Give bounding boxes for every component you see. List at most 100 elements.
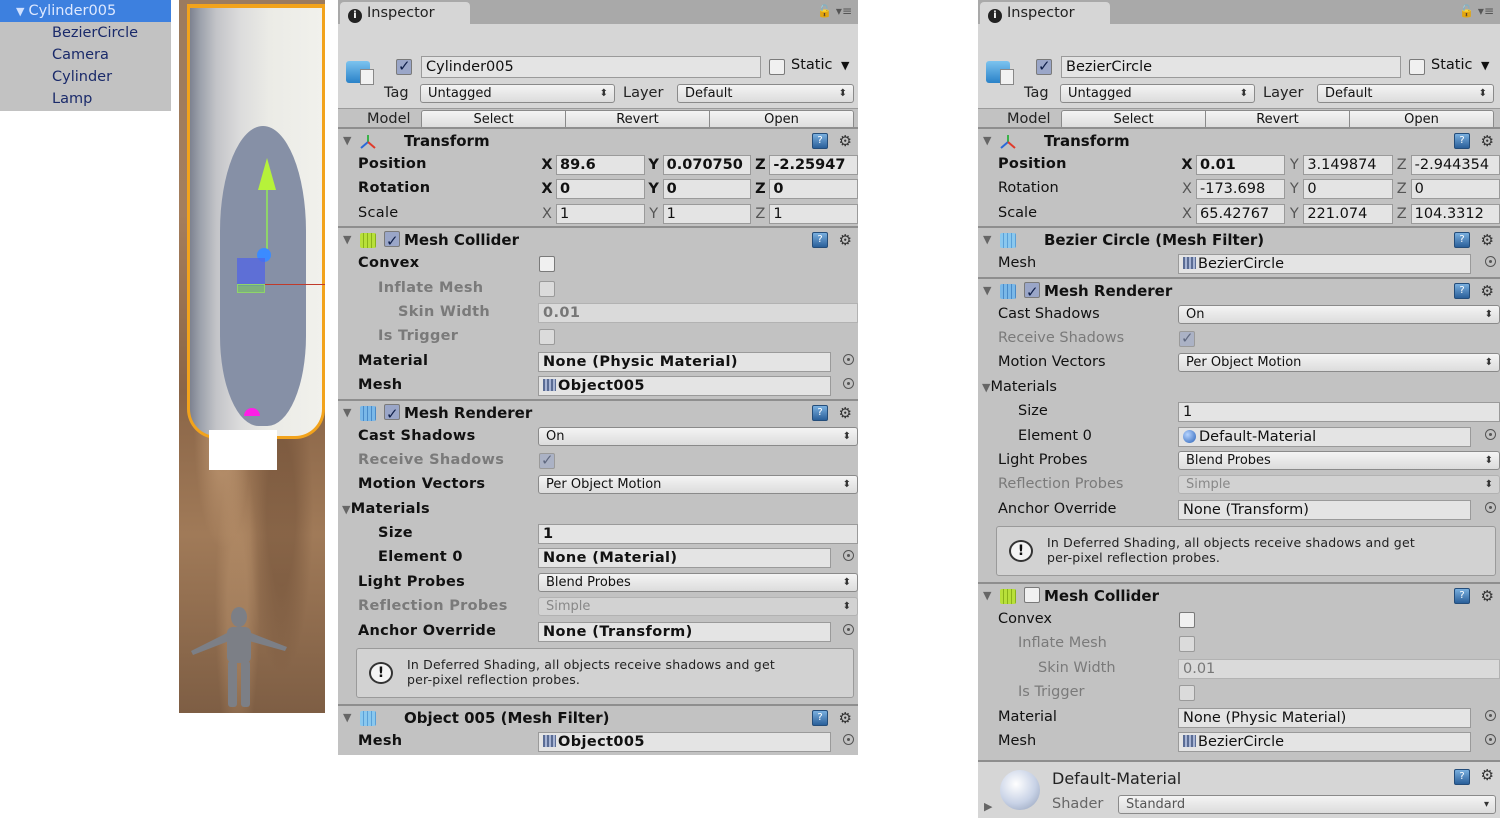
rotation-z-input[interactable]: 0 (769, 179, 859, 200)
component-enabled-checkbox[interactable] (1024, 587, 1040, 604)
help-book-icon[interactable]: ? (812, 232, 828, 249)
help-book-icon[interactable]: ? (812, 133, 828, 149)
anchor-override-field[interactable]: None (Transform) (538, 621, 831, 642)
object-picker-icon[interactable] (843, 353, 854, 365)
hierarchy-item[interactable]: Cylinder (0, 66, 171, 88)
hierarchy-item[interactable]: Camera (0, 44, 171, 66)
light-probes-dropdown[interactable]: Blend Probes ⬍ (1178, 450, 1500, 470)
fold-triangle-icon[interactable]: ▼ (343, 129, 351, 153)
physic-material-field[interactable]: None (Physic Material) (538, 351, 831, 372)
help-book-icon[interactable]: ? (1454, 133, 1470, 149)
rotation-x-input[interactable]: -173.698 (1196, 179, 1286, 200)
gear-icon[interactable]: ⚙ (839, 401, 852, 425)
gear-icon[interactable]: ⚙ (1481, 228, 1494, 252)
mesh-field[interactable]: BezierCircle (1178, 254, 1471, 275)
object-picker-icon[interactable] (1485, 734, 1496, 746)
hierarchy-item[interactable]: BezierCircle (0, 22, 171, 44)
help-book-icon[interactable]: ? (812, 404, 828, 421)
open-button[interactable]: Open (710, 111, 853, 128)
materials-size-input[interactable]: 1 (1178, 402, 1500, 423)
position-y-input[interactable]: 0.070750 (662, 155, 752, 175)
materials-size-input[interactable]: 1 (538, 524, 858, 545)
fold-triangle-icon[interactable]: ▼ (343, 401, 351, 425)
object-name-input[interactable]: BezierCircle (1061, 56, 1401, 78)
fold-triangle-icon[interactable]: ▼ (983, 279, 991, 303)
tag-dropdown[interactable]: Untagged ⬍ (420, 84, 615, 103)
physic-material-field[interactable]: None (Physic Material) (1178, 707, 1471, 728)
component-header[interactable]: ▼ Mesh Renderer ? ⚙ (978, 279, 1500, 304)
component-enabled-checkbox[interactable] (384, 229, 400, 253)
material-element-field[interactable]: Default-Material (1178, 426, 1471, 447)
object-picker-icon[interactable] (843, 623, 854, 635)
tab-inspector[interactable]: i Inspector (980, 2, 1110, 24)
component-header[interactable]: ▼ Mesh Renderer ? ⚙ (338, 401, 858, 426)
menu-icon[interactable]: ▾≡ (836, 4, 852, 18)
component-header[interactable]: ▼ Transform ? ⚙ (338, 129, 858, 153)
help-book-icon[interactable]: ? (812, 710, 828, 727)
component-enabled-checkbox[interactable] (1024, 280, 1040, 304)
help-book-icon[interactable]: ? (1454, 769, 1470, 786)
scale-z-input[interactable]: 104.3312 (1410, 203, 1500, 224)
layer-dropdown[interactable]: Default ⬍ (677, 84, 854, 103)
revert-button[interactable]: Revert (1206, 111, 1350, 128)
mesh-field[interactable]: Object005 (538, 376, 831, 397)
scale-x-input[interactable]: 65.42767 (1196, 203, 1286, 224)
fold-triangle-icon[interactable]: ▼ (343, 706, 351, 730)
object-picker-icon[interactable] (843, 734, 854, 746)
active-checkbox[interactable] (1036, 57, 1052, 75)
component-header[interactable]: ▼ Object 005 (Mesh Filter) ? ⚙ (338, 706, 858, 730)
gear-icon[interactable]: ⚙ (1481, 766, 1494, 784)
object-name-input[interactable]: Cylinder005 (421, 56, 761, 78)
expand-triangle-icon[interactable]: ▼ (16, 5, 24, 18)
position-z-input[interactable]: -2.25947 (769, 155, 859, 175)
lock-icon[interactable]: 🔓 (817, 4, 832, 18)
rotation-x-input[interactable]: 0 (556, 179, 645, 200)
convex-checkbox[interactable] (539, 256, 555, 273)
component-header[interactable]: ▼ Transform ? ⚙ (978, 129, 1500, 153)
fold-triangle-icon[interactable]: ▼ (983, 228, 991, 252)
gizmo-y-arrow-handle[interactable] (258, 158, 276, 190)
help-book-icon[interactable]: ? (1454, 282, 1470, 299)
object-picker-icon[interactable] (1485, 256, 1496, 268)
motion-vectors-dropdown[interactable]: Per Object Motion ⬍ (1178, 353, 1500, 373)
gear-icon[interactable]: ⚙ (839, 706, 852, 730)
materials-foldout[interactable]: ▼Materials (982, 379, 1057, 395)
active-checkbox[interactable] (396, 57, 412, 75)
open-button[interactable]: Open (1350, 111, 1493, 128)
material-element-field[interactable]: None (Material) (538, 548, 831, 569)
hierarchy-item[interactable]: Lamp (0, 88, 171, 110)
light-probes-dropdown[interactable]: Blend Probes ⬍ (538, 572, 858, 592)
static-dropdown-icon[interactable]: ▼ (841, 59, 849, 72)
help-book-icon[interactable]: ? (1454, 232, 1470, 249)
component-header[interactable]: ▼ Mesh Collider ? ⚙ (338, 228, 858, 253)
gizmo-plane-handle[interactable] (237, 258, 265, 286)
position-x-input[interactable]: 89.6 (556, 155, 645, 175)
lock-icon[interactable]: 🔓 (1459, 4, 1474, 18)
convex-checkbox[interactable] (1179, 612, 1195, 629)
scale-y-input[interactable]: 221.074 (1303, 203, 1393, 224)
cylinder-object[interactable] (187, 4, 325, 439)
materials-foldout[interactable]: ▼Materials (342, 501, 430, 517)
anchor-override-field[interactable]: None (Transform) (1178, 499, 1471, 520)
help-book-icon[interactable]: ? (1454, 588, 1470, 605)
object-picker-icon[interactable] (843, 378, 854, 390)
revert-button[interactable]: Revert (566, 111, 710, 128)
component-enabled-checkbox[interactable] (384, 402, 400, 426)
position-x-input[interactable]: 0.01 (1196, 155, 1286, 175)
mesh-field[interactable]: BezierCircle (1178, 732, 1471, 753)
gear-icon[interactable]: ⚙ (1481, 129, 1494, 153)
object-picker-icon[interactable] (1485, 501, 1496, 513)
gizmo-plane-handle-xz[interactable] (237, 284, 265, 293)
expand-triangle-icon[interactable]: ▶ (984, 800, 992, 813)
motion-vectors-dropdown[interactable]: Per Object Motion ⬍ (538, 475, 858, 495)
gear-icon[interactable]: ⚙ (1481, 584, 1494, 608)
fold-triangle-icon[interactable]: ▼ (983, 584, 991, 608)
scale-y-input[interactable]: 1 (662, 203, 752, 224)
rotation-y-input[interactable]: 0 (1303, 179, 1393, 200)
mesh-field[interactable]: Object005 (538, 732, 831, 753)
scene-viewport[interactable] (179, 0, 325, 713)
rotation-z-input[interactable]: 0 (1410, 179, 1500, 200)
select-button[interactable]: Select (422, 111, 566, 128)
shader-dropdown[interactable]: Standard ▾ (1118, 795, 1496, 815)
cast-shadows-dropdown[interactable]: On ⬍ (1178, 304, 1500, 324)
